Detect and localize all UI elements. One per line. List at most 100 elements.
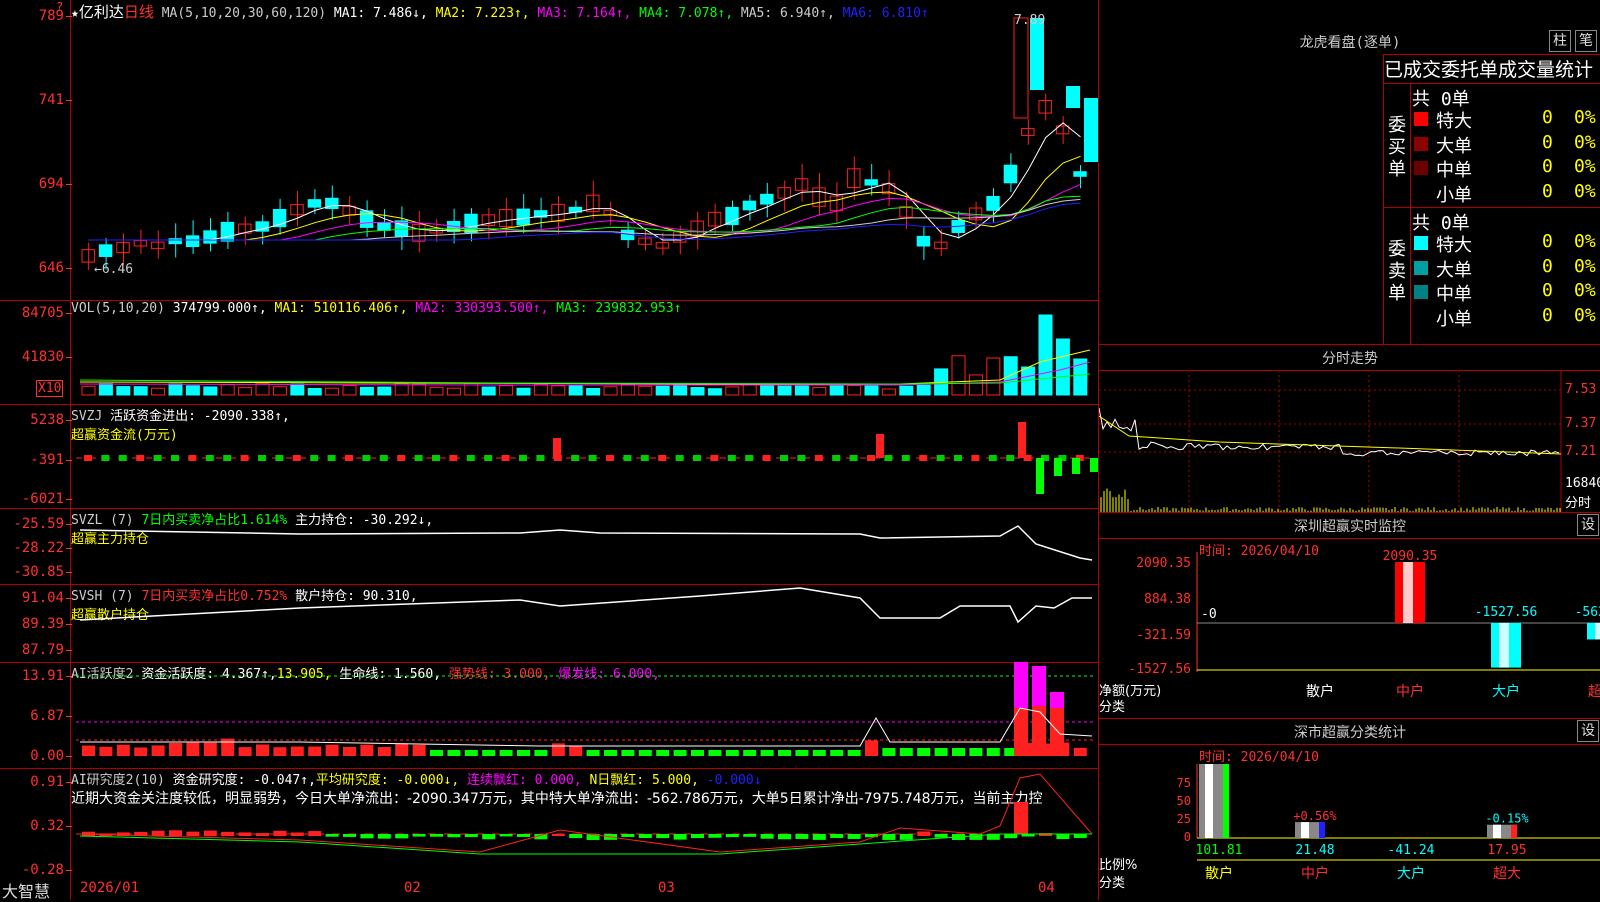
svsh-panel[interactable]: 91.04 89.39 87.79 SVSH (7) 7日内买卖净占比0.752…: [0, 584, 1098, 663]
flow-dash: [588, 455, 597, 461]
activity-bar: [1050, 692, 1064, 708]
flow-dash: [275, 455, 284, 461]
activity-bar: [116, 744, 130, 756]
activity-bar: [778, 750, 791, 756]
order-percent: 0%: [1574, 255, 1596, 277]
order-type-label: 中单: [1436, 160, 1472, 181]
flow-dash: [136, 455, 145, 461]
research-bar: [795, 834, 809, 839]
candle-body: [1073, 171, 1087, 177]
price-line: [1099, 407, 1560, 457]
volume-bar: [655, 385, 670, 396]
volume-panel[interactable]: 84705 41830 X10 VOL(5,10,20) 374799.000↑…: [0, 300, 1098, 405]
svzl-panel[interactable]: -25.59 -28.22 -30.85 SVZL (7) 7日内买卖净占比1.…: [0, 508, 1098, 585]
bar-highlight: [1499, 623, 1509, 668]
flow-dash: [205, 455, 214, 461]
volume-bar: [255, 383, 270, 396]
activity-bar: [82, 745, 95, 756]
activity-bar: [691, 750, 704, 756]
volume-bar: [185, 385, 200, 396]
kline-panel[interactable]: 789 741 694 646 ? ★亿利达日线 MA(5,10,20,30,6…: [0, 0, 1098, 301]
order-percent: 0%: [1574, 131, 1596, 153]
swatch-icon: [1414, 161, 1428, 175]
bar-view-button[interactable]: 柱: [1549, 30, 1571, 52]
activity-bar: [151, 745, 165, 756]
research-bar: [691, 834, 704, 839]
activity-bar: [534, 750, 548, 756]
activity-bar: [952, 748, 965, 756]
flow-dash: [919, 455, 928, 461]
activity-bar: [847, 750, 861, 756]
fenshi-panel[interactable]: 分时走势 7.53 7.37 7.21 16840 分时: [1098, 344, 1600, 513]
activity-bar: [743, 750, 757, 756]
flow-dash: [362, 455, 371, 461]
activity-bar: [899, 748, 913, 756]
longhu-panel: 龙虎看盘(逐单) 柱 笔 已成交委托单成交量统计 委买单 共 0单 特大 0 0% 大…: [1098, 0, 1600, 345]
research-bar: [517, 834, 530, 837]
flow-dash: [623, 455, 632, 461]
volume-bar: [586, 387, 601, 396]
order-count: 0: [1542, 180, 1553, 202]
volume-bar: [603, 386, 618, 396]
activity-bar: [551, 743, 565, 756]
flow-dash: [397, 455, 406, 461]
bar-highlight: [1403, 562, 1413, 623]
research-bar: [917, 831, 931, 836]
flow-dash: [327, 455, 336, 461]
research-bar: [482, 834, 496, 840]
flow-bar: [1054, 458, 1062, 476]
volume-bar: [951, 355, 966, 396]
activity-bar: [482, 750, 496, 756]
category-label: 散户: [1205, 865, 1233, 882]
flow-dash: [745, 455, 754, 461]
candle-body: [185, 235, 200, 248]
candle-body: [1030, 18, 1044, 90]
tick-view-button[interactable]: 笔: [1575, 30, 1597, 52]
candlestick-chart: [81, 17, 1098, 271]
volume-bar: [742, 383, 757, 396]
research-bar: [882, 834, 896, 840]
ai-activity-panel[interactable]: 13.91 6.87 0.00 AI活跃度2 资金活跃度: 4.367↑,13.…: [0, 662, 1098, 769]
research-bar: [899, 834, 913, 840]
order-percent: 0%: [1574, 107, 1596, 128]
activity-bar: [290, 746, 304, 756]
swatch-icon: [1414, 112, 1428, 126]
y-tick-label: 884.38: [1144, 592, 1191, 607]
activity-bar: [325, 744, 339, 756]
flow-dash: [171, 455, 179, 461]
svzj-panel[interactable]: 5238 -391 -6021 SVZJ 活跃资金进出: -2090.338↑,…: [0, 404, 1098, 509]
holding-line: [79, 525, 1093, 561]
flow-dash: [780, 455, 788, 461]
order-percent: 0%: [1574, 280, 1596, 301]
flow-dash: [84, 455, 92, 461]
volume-bar: [638, 385, 653, 396]
flow-dash: [258, 455, 266, 461]
activity-bar: [708, 750, 722, 756]
svsh-chart: [79, 587, 1092, 624]
research-bar: [969, 834, 983, 840]
fenshi-vol-tick: 16840: [1565, 476, 1600, 491]
category-label: 超大: [1493, 866, 1521, 882]
flow-dash: [867, 455, 875, 461]
research-bar: [621, 834, 635, 837]
y-tick-label: 0: [1184, 830, 1191, 844]
volume-bar: [568, 384, 583, 396]
volume-bar: [690, 387, 705, 396]
volume-bar: [272, 386, 287, 396]
candle-body: [986, 195, 1000, 211]
category-label: 超大: [1588, 684, 1600, 700]
category-unit: 分类: [1099, 700, 1126, 715]
activity-bar: [273, 747, 287, 756]
holding-line: [79, 587, 1092, 624]
candle-body: [203, 230, 217, 244]
ai-research-panel[interactable]: 0.91 0.32 -0.28 AI研究度2(10) 资金研究度: -0.047…: [0, 768, 1098, 878]
research-bar: [551, 833, 565, 836]
svzj-chart: [76, 422, 1098, 494]
volume-bar: [1038, 314, 1053, 396]
avg-line: [1099, 415, 1562, 455]
volume-bar: [916, 384, 931, 396]
research-bar: [343, 834, 356, 837]
fenshi-tick: 7.53: [1565, 382, 1597, 397]
bar-highlight: [1595, 623, 1600, 640]
flow-dash: [414, 455, 423, 461]
